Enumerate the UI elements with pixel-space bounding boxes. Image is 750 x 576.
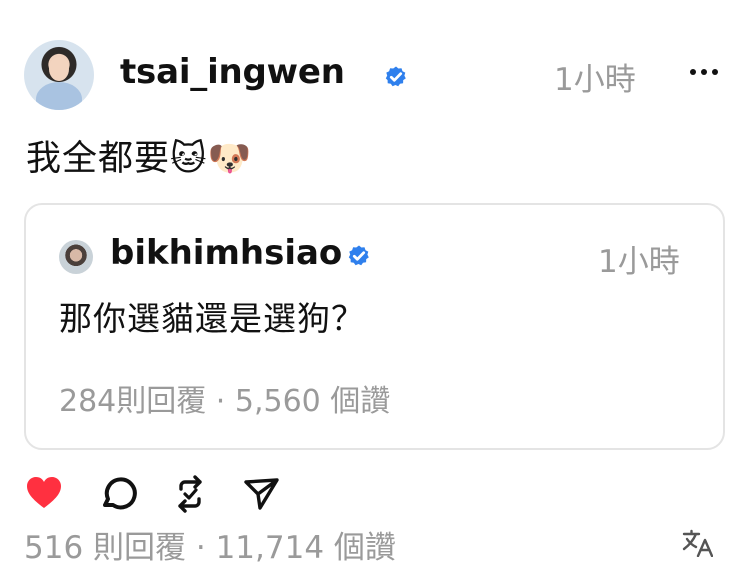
post-time: 1小時 xyxy=(554,62,636,98)
avatar[interactable] xyxy=(24,40,94,110)
verified-badge-icon xyxy=(385,66,406,87)
post-stats[interactable]: 516 則回覆 · 11,714 個讚 xyxy=(24,522,396,567)
comment-icon[interactable] xyxy=(98,474,138,514)
verified-badge-icon xyxy=(348,245,369,266)
repost-icon[interactable] xyxy=(170,474,210,514)
post-actions xyxy=(24,474,324,514)
quoted-time: 1小時 xyxy=(598,244,680,280)
avatar-face xyxy=(49,57,69,81)
quoted-stats[interactable]: 284則回覆 · 5,560 個讚 xyxy=(59,376,390,420)
share-icon[interactable] xyxy=(242,474,282,514)
quoted-author[interactable]: bikhimhsiao xyxy=(110,233,342,273)
avatar-shirt xyxy=(36,82,82,110)
more-icon[interactable] xyxy=(688,67,720,77)
post-text: 我全都要🐱🐶 xyxy=(26,139,253,179)
post-author[interactable]: tsai_ingwen xyxy=(120,52,345,92)
quoted-text: 那你選貓還是選狗？ xyxy=(59,299,365,338)
quoted-post-card[interactable]: bikhimhsiao 1小時 那你選貓還是選狗？ 284則回覆 · 5,560… xyxy=(24,203,725,450)
post-header: tsai_ingwen 1小時 xyxy=(24,38,724,114)
quoted-avatar[interactable] xyxy=(59,240,93,274)
heart-icon[interactable] xyxy=(24,474,64,514)
translate-icon[interactable] xyxy=(682,529,713,557)
